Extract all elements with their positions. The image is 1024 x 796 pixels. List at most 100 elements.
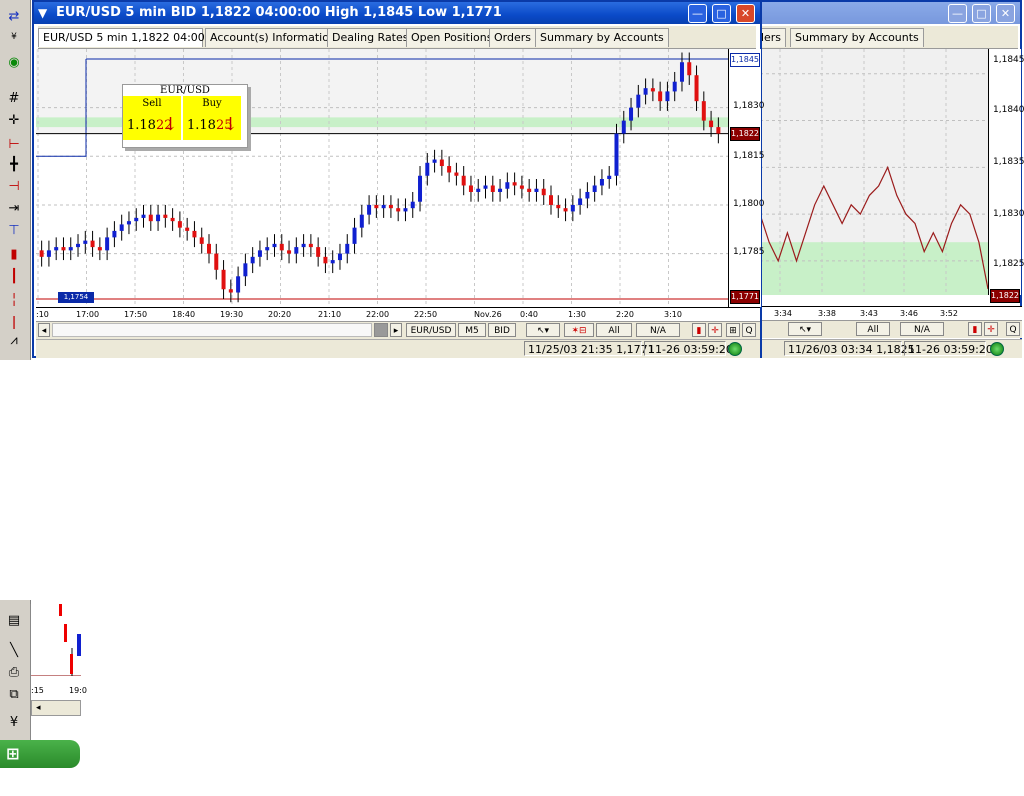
vertical-cursor-icon[interactable]: ⇥ [4,200,24,218]
candle-body [454,172,459,176]
close-button[interactable]: ✕ [736,4,755,23]
x-label: :10 [36,310,49,319]
down-arrow-icon: ↓ [222,114,238,135]
fib-lines-icon[interactable]: ⊢ [4,136,24,154]
candle-body [505,182,510,189]
main-titlebar: EUR/USD 5 min BID 1,1822 04:00:00 High 1… [34,2,760,24]
scroll-right-button[interactable]: ▸ [390,323,402,337]
scroll-left-button[interactable]: ◂ [38,323,50,337]
maximize-button[interactable]: □ [712,4,731,23]
candle-button[interactable]: ▮ [968,322,982,336]
tab-dealing-rates[interactable]: Dealing Rates [327,28,414,47]
candle-body [468,185,473,192]
cursor-readout: 11/25/03 21:35 1,1771 [524,341,655,356]
maximize-button[interactable]: □ [972,4,991,23]
candle-body [76,243,81,248]
quote-symbol: EUR/USD [160,85,210,96]
candle-body [156,214,161,222]
crosshair-icon[interactable]: ✛ [4,112,24,130]
cursor-tool-button[interactable]: ↖▾ [526,323,560,337]
channel-icon[interactable]: ⊤ [4,222,24,240]
trend-icon[interactable]: ǀ [4,314,24,332]
minimize-button[interactable]: — [948,4,967,23]
grid-lines-icon[interactable]: # [4,90,24,108]
tab-chart[interactable]: EUR/USD 5 min 1,1822 04:00:00 [38,28,222,47]
symbol-button[interactable]: EUR/USD [406,323,456,337]
tab-summary-by-accounts[interactable]: Summary by Accounts [790,28,924,47]
x-label: 0:40 [520,310,538,319]
x-label: :15 [31,686,44,695]
candle-body [541,188,546,196]
timeframe-button[interactable]: M5 [458,323,486,337]
print-icon[interactable]: ⎙ [4,664,24,682]
cursor-tool-button[interactable]: ↖▾ [788,322,822,336]
candle-body [650,88,655,92]
candle-body [498,188,503,192]
candle-body [221,269,226,290]
horizontal-line-icon[interactable]: ⊣ [4,178,24,196]
buy-button[interactable]: Buy 1.1825 ↓ [183,96,241,140]
candle-body [599,179,604,186]
bar-icon[interactable]: ╎ [4,292,24,310]
chevron-down-icon[interactable]: ¥ [4,714,24,732]
app-logo-icon: ▼ [38,6,48,20]
candle-body [687,62,692,76]
q-button[interactable]: Q [742,323,756,337]
candle-body [592,185,597,192]
swap-arrows-icon[interactable]: ⇄ [4,8,24,26]
mini-candle [64,624,67,642]
candle-body [207,243,211,254]
mini-candle [77,634,81,656]
lower-toolbar: ▤ ╲ ⎙ ⧉ ¥ [0,600,31,740]
minimize-button[interactable]: — [688,4,707,23]
y-label: 1,1815 [733,151,765,161]
x-label: 2:20 [616,310,634,319]
tab-orders[interactable]: Orders [489,28,536,47]
low-marker: 1,1754 [58,292,94,303]
sell-button[interactable]: Sell 1.1822 ↓ [123,96,181,140]
candle-body [236,276,241,293]
horizontal-scrollbar[interactable] [52,323,372,337]
candle-body [90,240,95,248]
multiline-icon[interactable]: ⩘ [4,332,24,350]
green-circle-icon[interactable]: ◉ [4,54,24,72]
candle-body [396,208,401,212]
y-label: 1,1830 [733,101,765,111]
all-button[interactable]: All [596,323,632,337]
na-button[interactable]: N/A [636,323,680,337]
main-chart-window: EUR/USD 5 min BID 1,1822 04:00:00 High 1… [32,0,765,358]
candles-icon[interactable]: ┃ [4,268,24,286]
tab-open-positions[interactable]: Open Positions [406,28,498,47]
server-time: 11-26 03:59:20 [904,341,993,356]
save-icon[interactable]: ⧉ [4,686,24,704]
candle-body [614,133,619,176]
crosshair-button[interactable]: ✛ [984,322,998,336]
tab-accounts-information[interactable]: Account(s) Information [205,28,341,47]
candle-body [105,237,110,251]
down-arrow-icon: ↓ [162,114,178,135]
scroll-left-button[interactable]: ◂ [31,700,81,716]
crosshair-button[interactable]: ✛ [708,323,722,337]
candle-icon[interactable]: ▮ [4,246,24,264]
y-label: 1,1830 [993,209,1024,219]
chevron-down-icon[interactable]: ¥ [4,28,24,46]
candle-body [163,214,168,218]
start-button[interactable]: ⊞ Iniciar [0,740,80,791]
properties-icon[interactable]: ▤ [4,612,24,630]
price-side-button[interactable]: BID [488,323,516,337]
candle-body [701,101,706,121]
q-button[interactable]: Q [1006,322,1020,336]
candle-body [439,159,444,167]
candle-body [483,185,488,189]
tab-summary-by-accounts[interactable]: Summary by Accounts [535,28,669,47]
scroll-thumb[interactable] [374,323,388,337]
close-button[interactable]: ✕ [996,4,1015,23]
grid-button[interactable]: ⊞ [726,323,740,337]
indicator-button[interactable]: ✶⊟ [564,323,594,337]
all-button[interactable]: All [856,322,890,336]
candle-body [352,227,357,244]
line-tool-icon[interactable]: ╲ [4,642,24,660]
na-button[interactable]: N/A [900,322,944,336]
candle-button[interactable]: ▮ [692,323,706,337]
cross-icon[interactable]: ╋ [4,156,24,174]
